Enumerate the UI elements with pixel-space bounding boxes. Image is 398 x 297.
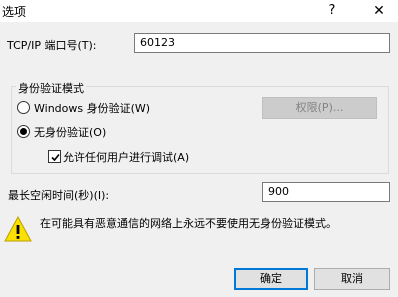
cancel-button[interactable]: 取消 bbox=[314, 268, 390, 290]
checkmark-icon bbox=[51, 153, 60, 162]
windows-auth-radio[interactable] bbox=[17, 101, 30, 114]
allow-debug-checkbox[interactable] bbox=[48, 150, 61, 163]
port-label: TCP/IP 端口号(T): bbox=[7, 39, 97, 52]
permissions-button: 权限(P)... bbox=[262, 97, 377, 119]
no-auth-radio[interactable] bbox=[17, 125, 30, 138]
warning-icon bbox=[4, 216, 32, 242]
ok-button[interactable]: 确定 bbox=[234, 268, 308, 290]
idle-timeout-label: 最长空闲时间(秒)(I): bbox=[8, 189, 110, 202]
windows-auth-label[interactable]: Windows 身份验证(W) bbox=[34, 100, 150, 116]
allow-debug-label[interactable]: 允许任何用户进行调试(A) bbox=[63, 149, 189, 165]
warning-text: 在可能具有恶意通信的网络上永远不要使用无身份验证模式。 bbox=[40, 217, 337, 230]
dialog-title: 选项 bbox=[2, 5, 27, 19]
idle-timeout-input[interactable]: 900 bbox=[262, 182, 390, 202]
options-dialog: 选项 ? ✕ TCP/IP 端口号(T): 60123 身份验证模式 Windo… bbox=[0, 0, 398, 297]
title-bar: 选项 ? ✕ bbox=[0, 0, 398, 22]
port-input[interactable]: 60123 bbox=[134, 33, 390, 53]
auth-mode-group-title: 身份验证模式 bbox=[16, 80, 86, 96]
close-button[interactable]: ✕ bbox=[364, 0, 394, 22]
no-auth-label[interactable]: 无身份验证(O) bbox=[34, 124, 106, 140]
help-button[interactable]: ? bbox=[318, 0, 346, 22]
